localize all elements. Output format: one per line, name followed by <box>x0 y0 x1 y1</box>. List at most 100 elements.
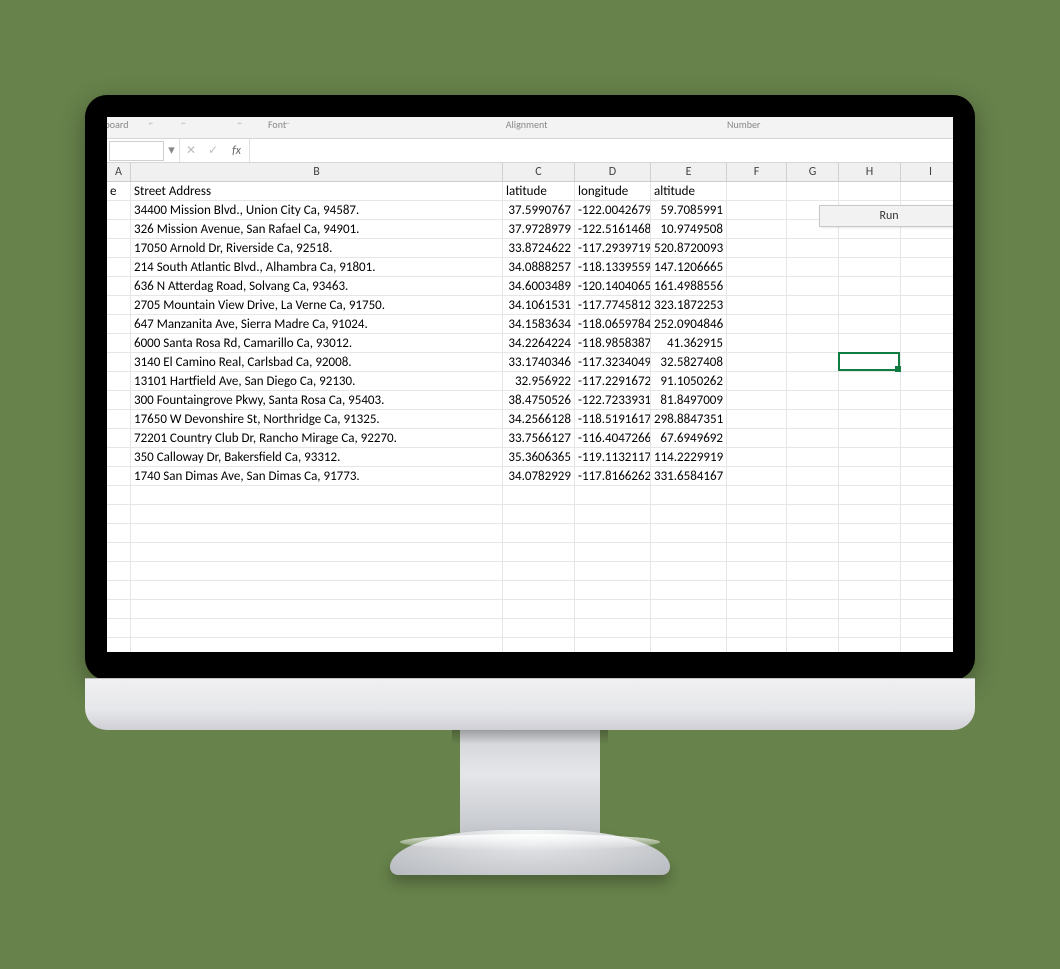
cell[interactable] <box>727 505 787 524</box>
cell[interactable]: 32.956922 <box>503 372 575 391</box>
cell[interactable]: 34.1061531 <box>503 296 575 315</box>
cell[interactable] <box>651 600 727 619</box>
cell[interactable]: 67.6949692 <box>651 429 727 448</box>
cell[interactable] <box>575 524 651 543</box>
cell[interactable] <box>575 562 651 581</box>
cell[interactable] <box>901 638 953 652</box>
cell[interactable] <box>901 315 953 334</box>
cell[interactable] <box>131 543 503 562</box>
cell[interactable] <box>107 505 131 524</box>
cell[interactable]: 161.4988556 <box>651 277 727 296</box>
cell[interactable] <box>839 638 901 652</box>
cell[interactable]: -118.9858387 <box>575 334 651 353</box>
cell[interactable]: -117.2939719 <box>575 239 651 258</box>
cell[interactable] <box>839 448 901 467</box>
cell[interactable]: 298.8847351 <box>651 410 727 429</box>
cell[interactable] <box>901 277 953 296</box>
column-header[interactable]: E <box>651 163 727 181</box>
cell[interactable]: 37.9728979 <box>503 220 575 239</box>
cell[interactable] <box>107 581 131 600</box>
cell[interactable]: 37.5990767 <box>503 201 575 220</box>
cell[interactable]: -122.0042679 <box>575 201 651 220</box>
cell[interactable] <box>651 486 727 505</box>
confirm-icon[interactable]: ✓ <box>202 143 224 158</box>
cell[interactable] <box>787 638 839 652</box>
cell[interactable] <box>727 410 787 429</box>
cell[interactable] <box>727 581 787 600</box>
cell[interactable]: 17650 W Devonshire St, Northridge Ca, 91… <box>131 410 503 429</box>
cell[interactable]: -116.4047266 <box>575 429 651 448</box>
cell[interactable] <box>727 334 787 353</box>
cell[interactable]: -122.5161468 <box>575 220 651 239</box>
cell[interactable]: 34.0782929 <box>503 467 575 486</box>
name-box-dropdown-icon[interactable]: ▾ <box>164 139 180 162</box>
cell[interactable] <box>727 486 787 505</box>
cell[interactable] <box>839 334 901 353</box>
cell[interactable]: 13101 Hartfield Ave, San Diego Ca, 92130… <box>131 372 503 391</box>
cell[interactable] <box>901 296 953 315</box>
formula-input[interactable] <box>250 139 953 162</box>
cell[interactable] <box>901 600 953 619</box>
cell[interactable] <box>787 486 839 505</box>
cell[interactable]: -118.1339559 <box>575 258 651 277</box>
cell[interactable] <box>839 543 901 562</box>
cell[interactable] <box>839 467 901 486</box>
cell[interactable] <box>107 638 131 652</box>
cell[interactable]: -117.3234049 <box>575 353 651 372</box>
cell[interactable] <box>787 600 839 619</box>
cell[interactable]: e <box>107 182 131 201</box>
cell[interactable] <box>131 505 503 524</box>
cell[interactable]: 300 Fountaingrove Pkwy, Santa Rosa Ca, 9… <box>131 391 503 410</box>
cell[interactable] <box>787 429 839 448</box>
fx-icon[interactable]: fx <box>224 139 250 162</box>
cell[interactable] <box>727 562 787 581</box>
cell[interactable] <box>727 315 787 334</box>
cell[interactable] <box>727 353 787 372</box>
cell[interactable] <box>727 619 787 638</box>
cell[interactable] <box>503 600 575 619</box>
cell[interactable] <box>787 315 839 334</box>
cell[interactable] <box>901 391 953 410</box>
cell[interactable]: 1740 San Dimas Ave, San Dimas Ca, 91773. <box>131 467 503 486</box>
cell[interactable] <box>575 505 651 524</box>
cell[interactable] <box>839 372 901 391</box>
cell[interactable] <box>787 619 839 638</box>
cell[interactable]: 10.9749508 <box>651 220 727 239</box>
cell[interactable] <box>107 277 131 296</box>
cell[interactable]: 114.2229919 <box>651 448 727 467</box>
cell[interactable] <box>107 619 131 638</box>
cell[interactable] <box>901 505 953 524</box>
cell[interactable] <box>787 239 839 258</box>
cell[interactable]: -118.5191617 <box>575 410 651 429</box>
cell[interactable] <box>787 467 839 486</box>
cell[interactable] <box>787 334 839 353</box>
cell[interactable] <box>107 258 131 277</box>
cell[interactable] <box>839 562 901 581</box>
cell[interactable]: 38.4750526 <box>503 391 575 410</box>
cell[interactable] <box>901 619 953 638</box>
cell[interactable] <box>787 543 839 562</box>
cell[interactable] <box>787 448 839 467</box>
cell[interactable] <box>901 258 953 277</box>
cell[interactable] <box>839 600 901 619</box>
cell[interactable] <box>787 372 839 391</box>
cell[interactable]: 520.8720093 <box>651 239 727 258</box>
cell[interactable] <box>727 182 787 201</box>
cell[interactable] <box>901 581 953 600</box>
cell[interactable] <box>107 486 131 505</box>
column-header[interactable]: F <box>727 163 787 181</box>
cell[interactable]: 2705 Mountain View Drive, La Verne Ca, 9… <box>131 296 503 315</box>
cell[interactable] <box>727 277 787 296</box>
cell[interactable]: 252.0904846 <box>651 315 727 334</box>
cell[interactable]: 33.1740346 <box>503 353 575 372</box>
cell[interactable]: 34.2566128 <box>503 410 575 429</box>
cell[interactable]: -118.0659784 <box>575 315 651 334</box>
cell[interactable] <box>575 638 651 652</box>
cell[interactable] <box>901 410 953 429</box>
cell[interactable]: -117.8166262 <box>575 467 651 486</box>
cell[interactable] <box>901 239 953 258</box>
cell[interactable] <box>107 372 131 391</box>
cell[interactable] <box>107 543 131 562</box>
cell[interactable]: 326 Mission Avenue, San Rafael Ca, 94901… <box>131 220 503 239</box>
cell[interactable]: 636 N Atterdag Road, Solvang Ca, 93463. <box>131 277 503 296</box>
